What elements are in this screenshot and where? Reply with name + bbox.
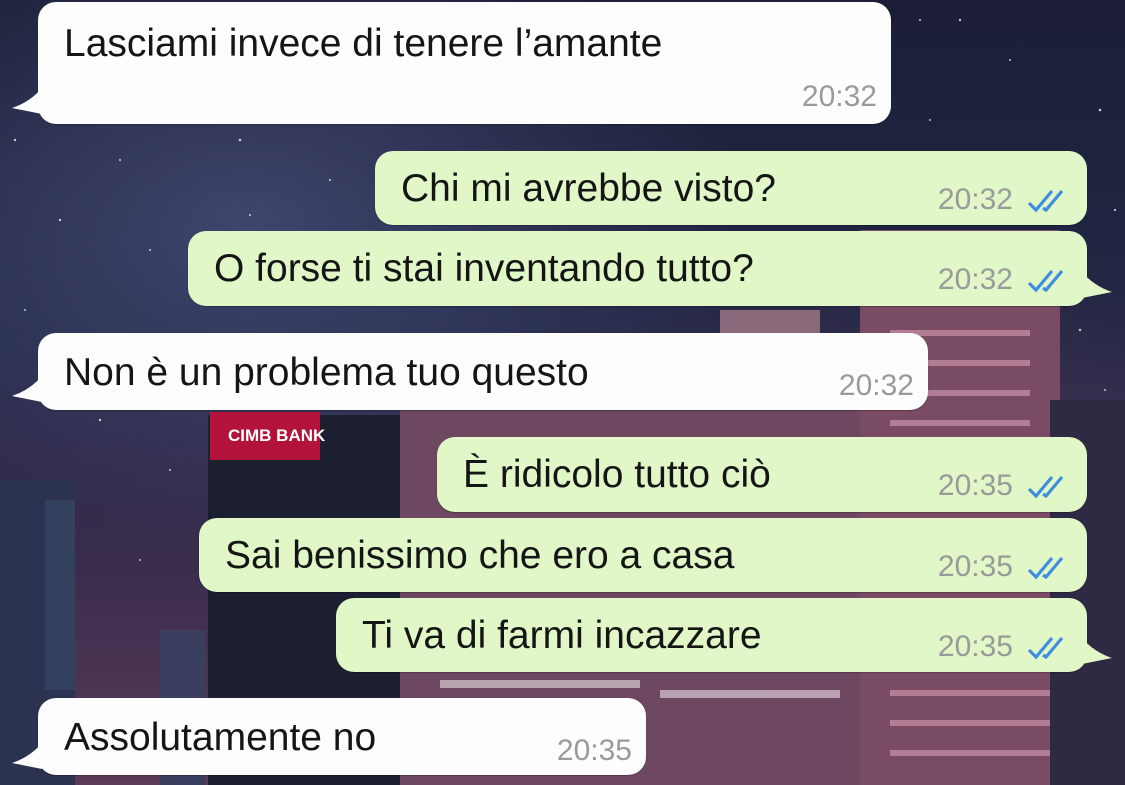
message-text: Sai benissimo che ero a casa (225, 534, 735, 577)
bubble-tail-icon (1082, 272, 1112, 298)
double-check-icon (1027, 556, 1064, 580)
message-bubble-incoming[interactable]: Assolutamente no 20:35 (38, 698, 646, 775)
message-text: Non è un problema tuo questo (64, 351, 589, 394)
message-text: Chi mi avrebbe visto? (401, 167, 776, 210)
message-time: 20:32 (937, 183, 1013, 216)
message-time: 20:32 (801, 80, 877, 113)
message-bubble-outgoing[interactable]: Sai benissimo che ero a casa 20:35 (199, 518, 1087, 592)
message-bubble-incoming[interactable]: Lasciami invece di tenere l’amante 20:32 (38, 2, 891, 124)
message-bubble-incoming[interactable]: Non è un problema tuo questo 20:32 (38, 333, 928, 410)
message-text: Ti va di farmi incazzare (362, 614, 762, 657)
message-text: Lasciami invece di tenere l’amante (64, 22, 663, 65)
message-text: È ridicolo tutto ciò (463, 453, 771, 496)
bank-sign-text: CIMB BANK (228, 426, 326, 445)
bubble-tail-icon (12, 88, 42, 114)
message-time: 20:32 (838, 369, 914, 402)
bubble-tail-icon (12, 376, 42, 402)
message-bubble-outgoing[interactable]: Ti va di farmi incazzare 20:35 (336, 598, 1087, 672)
message-time: 20:32 (937, 263, 1013, 296)
double-check-icon (1027, 189, 1064, 213)
message-bubble-outgoing[interactable]: È ridicolo tutto ciò 20:35 (437, 437, 1087, 512)
double-check-icon (1027, 269, 1064, 293)
bubble-tail-icon (1082, 638, 1112, 664)
double-check-icon (1027, 475, 1064, 499)
double-check-icon (1027, 636, 1064, 660)
bubble-tail-icon (12, 743, 42, 769)
message-bubble-outgoing[interactable]: O forse ti stai inventando tutto? 20:32 (188, 231, 1087, 306)
message-time: 20:35 (937, 550, 1013, 583)
message-text: Assolutamente no (64, 716, 377, 759)
message-time: 20:35 (937, 469, 1013, 502)
message-time: 20:35 (556, 734, 632, 767)
message-bubble-outgoing[interactable]: Chi mi avrebbe visto? 20:32 (375, 151, 1087, 225)
message-text: O forse ti stai inventando tutto? (214, 247, 754, 290)
message-time: 20:35 (937, 630, 1013, 663)
